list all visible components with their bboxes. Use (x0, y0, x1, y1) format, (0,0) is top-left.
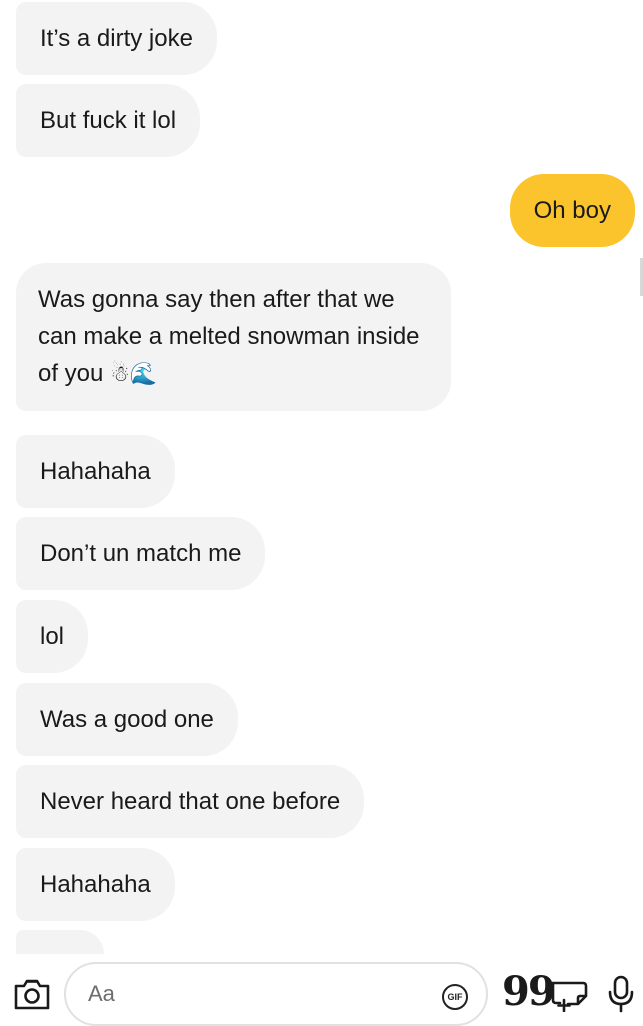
message-bubble-incoming[interactable]: Never heard that one before (16, 765, 365, 838)
message-bubble-incoming[interactable]: It’s a dirty joke (16, 2, 217, 75)
message-bubble-incoming[interactable]: Hahahaha (16, 848, 175, 921)
message-text: But fuck it lol (40, 107, 177, 134)
snowman-wave-emoji: ☃🌊 (110, 362, 158, 387)
message-text: It’s a dirty joke (40, 25, 193, 52)
message-bubble-incoming[interactable]: Was a good one (16, 683, 238, 756)
message-text: Was a good one (40, 706, 214, 733)
message-bubble-incoming[interactable]: But fuck it lol (16, 84, 201, 157)
message-text: lol (40, 623, 65, 650)
message-bubble-incoming[interactable]: lol (16, 600, 89, 673)
camera-icon[interactable] (13, 977, 51, 1011)
sticker-add-icon[interactable] (548, 976, 592, 1012)
message-input-box[interactable]: GIF (64, 962, 488, 1026)
quote-icon[interactable]: 99 (502, 972, 556, 1012)
message-bubble-incoming[interactable]: Was gonna say then after that we can mak… (16, 263, 451, 411)
partial-message-bubble (16, 930, 104, 954)
message-text: Hahahaha (40, 871, 151, 898)
message-text: Hahahaha (40, 458, 151, 485)
message-input[interactable] (88, 964, 408, 1024)
message-text: Never heard that one before (40, 788, 341, 815)
gif-icon[interactable]: GIF (442, 984, 468, 1010)
message-bubble-outgoing[interactable]: Oh boy (509, 174, 635, 247)
message-text: Oh boy (533, 197, 611, 224)
message-bubble-incoming[interactable]: Don’t un match me (16, 517, 266, 590)
message-text: Was gonna say then after that we can mak… (38, 286, 420, 387)
message-text: Don’t un match me (40, 540, 242, 567)
microphone-icon[interactable] (606, 974, 636, 1014)
message-bubble-incoming[interactable]: Hahahaha (16, 435, 175, 508)
